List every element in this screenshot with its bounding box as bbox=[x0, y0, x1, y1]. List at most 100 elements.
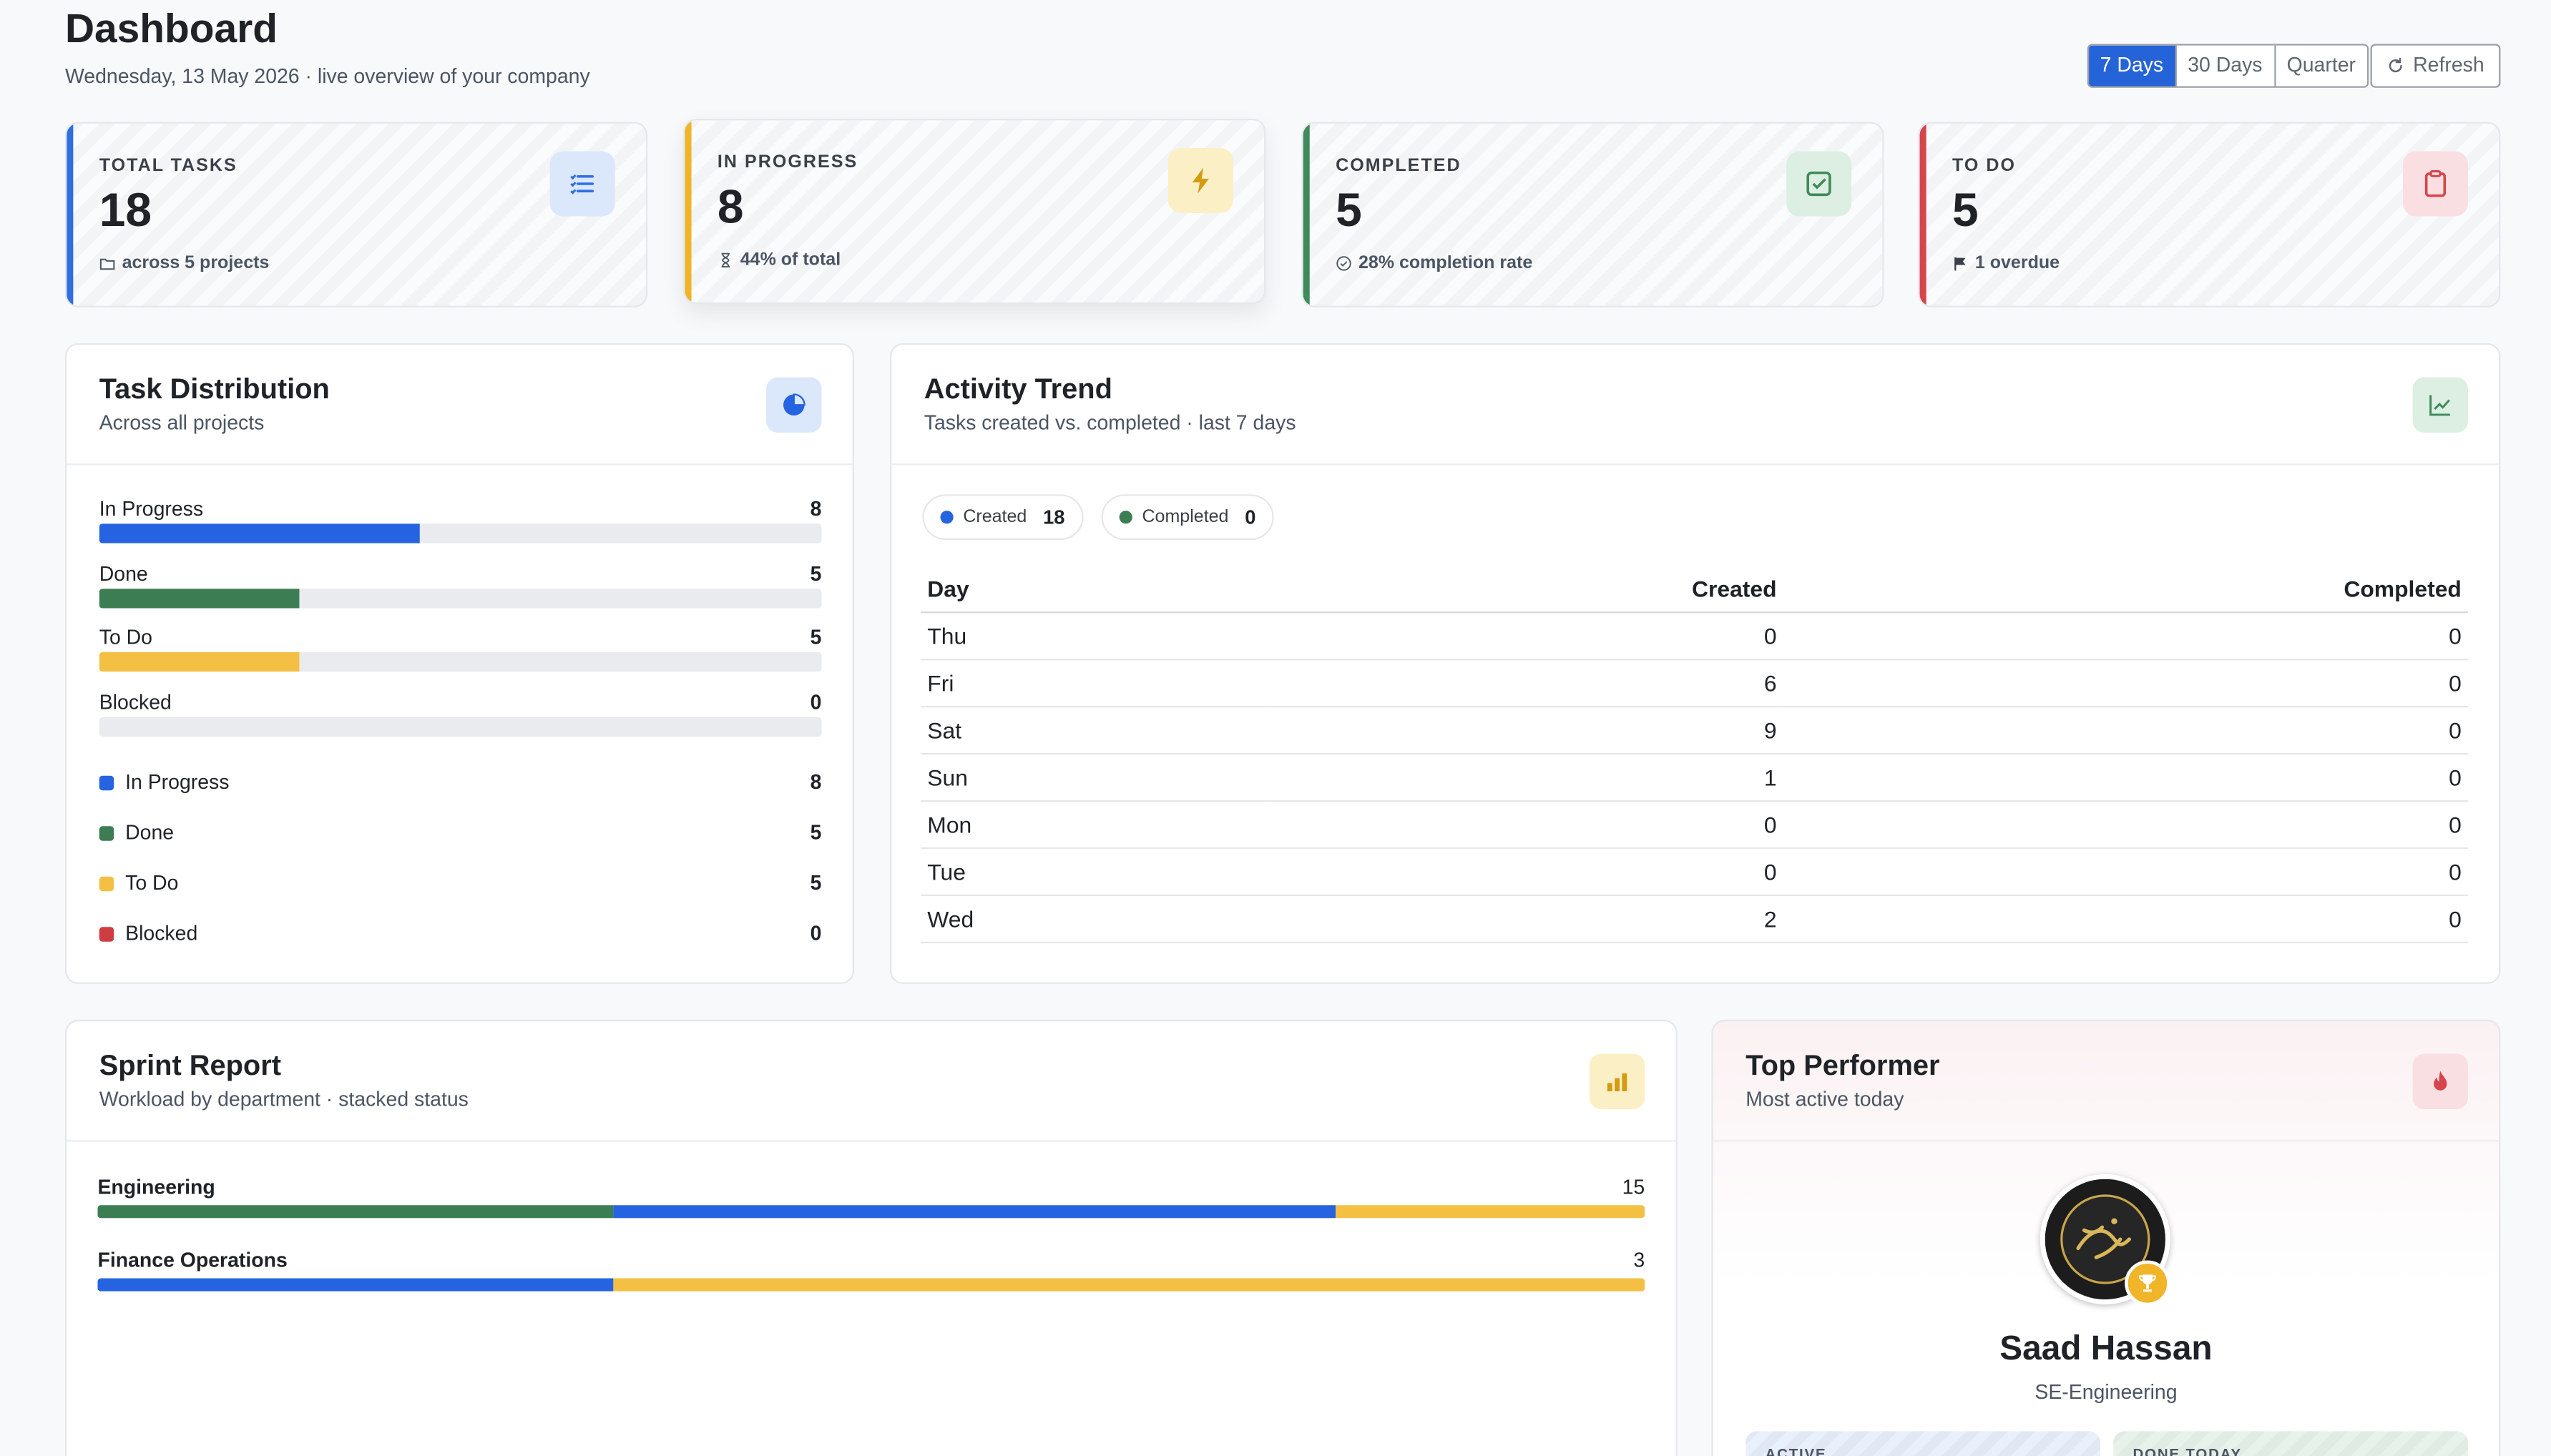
distribution-label: To Do bbox=[99, 626, 152, 649]
created-total-pill[interactable]: Created 18 bbox=[922, 494, 1083, 541]
performer-role: SE-Engineering bbox=[2035, 1380, 2178, 1404]
panel-icon-box bbox=[766, 377, 822, 433]
distribution-track bbox=[99, 588, 822, 608]
sprint-department-row[interactable]: Finance Operations 3 bbox=[97, 1249, 1645, 1295]
distribution-count: 0 bbox=[810, 690, 822, 714]
cell-created: 6 bbox=[1270, 659, 1783, 707]
panel-icon-box bbox=[2412, 1053, 2468, 1110]
pill-value: 18 bbox=[1043, 506, 1065, 529]
distribution-row[interactable]: To Do 5 bbox=[99, 626, 822, 675]
table-row[interactable]: Sat 9 0 bbox=[921, 706, 2468, 754]
cell-created: 1 bbox=[1270, 752, 1783, 802]
range-30-days-button[interactable]: 30 Days bbox=[2176, 45, 2276, 87]
table-row[interactable]: Tue 0 0 bbox=[921, 847, 2468, 895]
bar-chart-icon bbox=[1607, 1073, 1627, 1091]
distribution-label: In Progress bbox=[99, 497, 204, 521]
legend-count: 5 bbox=[810, 821, 822, 845]
cell-completed: 0 bbox=[1783, 800, 2468, 848]
legend-item[interactable]: To Do 5 bbox=[99, 871, 822, 897]
refresh-button[interactable]: Refresh bbox=[2371, 44, 2501, 88]
trophy-icon bbox=[2139, 1274, 2156, 1292]
flag-icon bbox=[1954, 257, 1966, 271]
department-name: Finance Operations bbox=[97, 1249, 288, 1272]
stat-card-total-tasks[interactable]: TOTAL TASKS 18 across 5 projects bbox=[64, 122, 648, 308]
distribution-bar bbox=[99, 523, 421, 543]
distribution-count: 8 bbox=[810, 497, 822, 521]
panel-title: Task Distribution bbox=[99, 372, 330, 405]
pill-value: 0 bbox=[1245, 506, 1256, 529]
cell-completed: 0 bbox=[1783, 659, 2468, 707]
legend-count: 5 bbox=[810, 871, 822, 895]
column-header-day: Day bbox=[921, 566, 1271, 613]
table-row[interactable]: Wed 2 0 bbox=[921, 894, 2468, 943]
distribution-label: Done bbox=[99, 561, 148, 585]
column-header-completed: Completed bbox=[1783, 566, 2468, 613]
cell-day: Sat bbox=[921, 706, 1271, 754]
table-row[interactable]: Thu 0 0 bbox=[921, 611, 2468, 660]
folder-icon bbox=[99, 258, 115, 270]
cell-created: 0 bbox=[1270, 611, 1783, 660]
card-accent bbox=[67, 123, 74, 306]
panel-header: Task Distribution Across all projects bbox=[67, 345, 853, 466]
table-row[interactable]: Fri 6 0 bbox=[921, 659, 2468, 707]
lightning-icon bbox=[1192, 167, 1209, 194]
panel-title: Sprint Report bbox=[99, 1048, 282, 1082]
sprint-department-row[interactable]: Engineering 15 bbox=[97, 1176, 1645, 1221]
legend-count: 0 bbox=[810, 922, 822, 945]
pie-chart-icon bbox=[783, 393, 806, 416]
stat-note-text: across 5 projects bbox=[122, 253, 270, 274]
panel-title: Activity Trend bbox=[924, 372, 1112, 405]
legend-item[interactable]: Done 5 bbox=[99, 821, 822, 847]
sprint-segment bbox=[97, 1278, 613, 1292]
stat-card-in-progress[interactable]: IN PROGRESS 8 44% of total bbox=[683, 119, 1266, 305]
distribution-row[interactable]: In Progress 8 bbox=[99, 498, 822, 546]
panel-subtitle: Tasks created vs. completed · last 7 day… bbox=[924, 411, 1296, 435]
table-header-row: Day Created Completed bbox=[921, 566, 2468, 613]
range-quarter-button[interactable]: Quarter bbox=[2275, 45, 2367, 87]
legend-count: 8 bbox=[810, 770, 822, 794]
distribution-row[interactable]: Done 5 bbox=[99, 562, 822, 611]
stat-icon-box bbox=[1786, 151, 1852, 217]
stat-label: TO DO bbox=[1952, 156, 2017, 176]
panel-subtitle: Most active today bbox=[1745, 1088, 1904, 1111]
cell-created: 2 bbox=[1270, 894, 1783, 943]
sprint-report-panel: Sprint Report Workload by department · s… bbox=[64, 1019, 1678, 1456]
table-row[interactable]: Mon 0 0 bbox=[921, 800, 2468, 848]
check-circle-icon bbox=[1336, 256, 1351, 271]
stat-icon-box bbox=[549, 151, 615, 217]
table-row[interactable]: Sun 1 0 bbox=[921, 752, 2468, 802]
column-header-created: Created bbox=[1270, 566, 1783, 613]
stat-card-to-do[interactable]: TO DO 5 1 overdue bbox=[1918, 122, 2501, 308]
stat-note: 28% completion rate bbox=[1336, 254, 1532, 273]
page-header: Dashboard Wednesday, 13 May 2026 · live … bbox=[65, 6, 2501, 97]
cell-day: Thu bbox=[921, 611, 1271, 660]
distribution-row[interactable]: Blocked 0 bbox=[99, 690, 822, 739]
stat-value: 5 bbox=[1952, 185, 1979, 238]
legend-item[interactable]: Blocked 0 bbox=[99, 922, 822, 948]
legend-swatch bbox=[99, 826, 114, 841]
stat-note: 1 overdue bbox=[1952, 254, 2060, 273]
cell-day: Fri bbox=[921, 659, 1271, 707]
completed-total-pill[interactable]: Completed 0 bbox=[1101, 494, 1274, 541]
performer-stat-label: DONE TODAY bbox=[2133, 1445, 2242, 1456]
stat-card-completed[interactable]: COMPLETED 5 28% completion rate bbox=[1301, 122, 1884, 308]
legend-swatch bbox=[99, 775, 114, 791]
panel-title: Top Performer bbox=[1745, 1048, 1940, 1082]
department-count: 3 bbox=[1633, 1249, 1645, 1272]
refresh-label: Refresh bbox=[2413, 54, 2484, 77]
legend-item[interactable]: In Progress 8 bbox=[99, 770, 822, 797]
created-dot bbox=[940, 511, 954, 524]
flame-icon bbox=[2434, 1071, 2447, 1091]
distribution-count: 5 bbox=[810, 561, 822, 585]
legend-label: To Do bbox=[125, 871, 179, 895]
panel-header: Top Performer Most active today bbox=[1713, 1021, 2499, 1142]
stat-note: across 5 projects bbox=[99, 253, 270, 274]
cell-completed: 0 bbox=[1783, 611, 2468, 660]
legend-label: Done bbox=[125, 821, 175, 845]
clipboard-icon bbox=[2424, 170, 2447, 197]
range-7-days-button[interactable]: 7 Days bbox=[2088, 45, 2177, 87]
pill-label: Created bbox=[963, 507, 1027, 527]
stat-icon-box bbox=[2402, 151, 2468, 217]
stat-note-text: 1 overdue bbox=[1974, 253, 2060, 274]
hourglass-icon bbox=[721, 252, 730, 268]
